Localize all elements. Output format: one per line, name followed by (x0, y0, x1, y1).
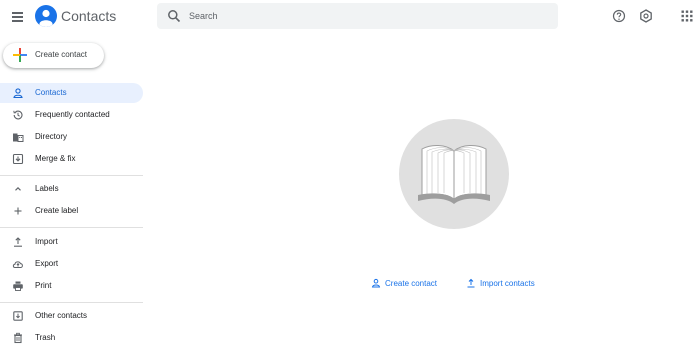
sidebar-divider (0, 175, 143, 176)
sidebar-item-other-contacts[interactable]: Other contacts (0, 306, 143, 326)
main-menu-icon[interactable] (10, 8, 26, 24)
apps-grid-icon[interactable] (680, 9, 694, 23)
merge-icon (12, 153, 24, 165)
sidebar-item-label: Merge & fix (35, 154, 76, 163)
top-app-bar: Contacts (0, 0, 700, 34)
sidebar-divider (0, 227, 143, 228)
person-outline-icon (371, 278, 381, 288)
import-contacts-link[interactable]: Import contacts (466, 276, 535, 290)
sidebar-item-trash[interactable]: Trash (0, 328, 143, 348)
import-contacts-link-label: Import contacts (480, 278, 535, 288)
help-icon[interactable] (612, 9, 626, 23)
history-icon (12, 109, 24, 121)
open-book-icon (418, 145, 490, 204)
create-contact-label: Create contact (35, 50, 88, 59)
sidebar-item-merge-fix[interactable]: Merge & fix (0, 149, 143, 169)
sidebar-item-frequently-contacted[interactable]: Frequently contacted (0, 105, 143, 125)
sidebar-item-create-label[interactable]: Create label (0, 201, 143, 221)
sidebar-item-import[interactable]: Import (0, 232, 143, 252)
empty-state-illustration (399, 119, 509, 229)
sidebar-item-label: Frequently contacted (35, 110, 110, 119)
sidebar-item-label: Labels (35, 184, 59, 193)
upload-icon (467, 278, 475, 288)
colorful-plus-icon (13, 48, 27, 62)
sidebar-item-directory[interactable]: Directory (0, 127, 143, 147)
cloud-icon (12, 258, 24, 270)
plus-icon (12, 205, 24, 217)
upload-icon (12, 236, 24, 248)
archive-icon (12, 310, 24, 322)
app-title: Contacts (61, 8, 117, 24)
sidebar-item-label: Contacts (35, 88, 67, 97)
directory-icon (12, 131, 24, 143)
create-contact-link[interactable]: Create contact (371, 276, 437, 290)
chevron-up-icon (12, 183, 24, 195)
print-icon (12, 280, 24, 292)
sidebar-divider (0, 302, 143, 303)
trash-icon (12, 332, 24, 344)
search-bar[interactable] (157, 3, 558, 29)
sidebar-item-label: Export (35, 259, 59, 268)
sidebar-item-label: Trash (35, 333, 56, 342)
sidebar-item-label: Import (35, 237, 58, 246)
settings-icon[interactable] (639, 9, 653, 23)
sidebar-item-label: Print (35, 281, 52, 290)
search-input[interactable] (189, 6, 539, 26)
contacts-logo-icon[interactable] (35, 5, 57, 27)
search-icon[interactable] (167, 9, 181, 23)
sidebar-item-export[interactable]: Export (0, 254, 143, 274)
sidebar-item-print[interactable]: Print (0, 276, 143, 296)
sidebar-item-labels[interactable]: Labels (0, 179, 143, 199)
sidebar-item-label: Create label (35, 206, 79, 215)
create-contact-link-label: Create contact (385, 278, 438, 288)
create-contact-button[interactable]: Create contact (3, 43, 104, 68)
sidebar-item-contacts[interactable]: Contacts (0, 83, 143, 103)
sidebar-item-label: Directory (35, 132, 68, 141)
sidebar-item-label: Other contacts (35, 311, 88, 320)
person-icon (12, 87, 24, 99)
